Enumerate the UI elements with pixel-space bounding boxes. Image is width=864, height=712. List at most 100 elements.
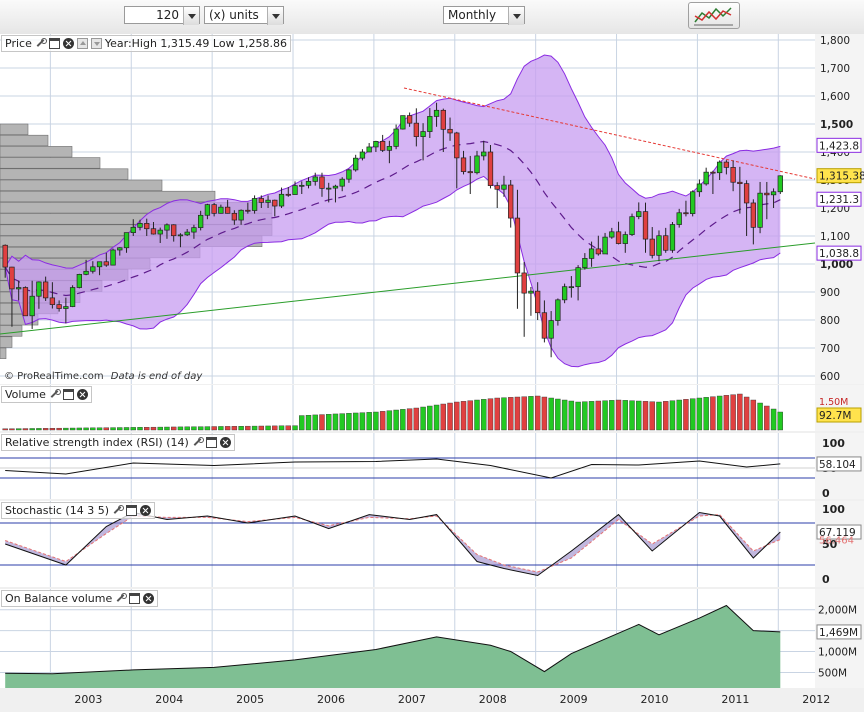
volume-bar (575, 401, 581, 431)
candle-up (130, 226, 136, 233)
profile-bar (0, 146, 73, 158)
volume-bar (69, 427, 76, 431)
x-axis-year-label: 2004 (155, 693, 183, 706)
candle-up (191, 227, 197, 233)
units-select[interactable]: (x) units (204, 6, 284, 25)
period-select[interactable]: Monthly (443, 6, 525, 25)
candle-up (117, 247, 123, 251)
candle-up (575, 267, 581, 288)
volume-bar (642, 401, 649, 431)
badge-rsi: 58.104 (819, 459, 856, 471)
x-axis-year-label: 2011 (721, 693, 749, 706)
window-icon[interactable] (205, 437, 217, 448)
price-y-tick: 1,800 (820, 35, 850, 47)
close-icon[interactable] (76, 389, 88, 400)
units-count-input[interactable]: 120 (124, 6, 200, 25)
volume-bar (757, 402, 763, 431)
badge-last-price: 1,315.38 (819, 171, 864, 183)
volume-bar (251, 425, 258, 431)
x-axis-year-label: 2005 (236, 693, 264, 706)
candle-down (245, 209, 251, 212)
volume-avg-label: 1.50M (819, 397, 848, 408)
wrench-icon[interactable] (112, 505, 125, 516)
candle-down (319, 176, 325, 189)
chevron-down-icon[interactable] (267, 7, 283, 25)
price-panel-title: Price (5, 37, 32, 50)
candle-up (359, 151, 366, 159)
obv-y-tick: 500M (818, 667, 847, 679)
candle-up (251, 198, 258, 211)
volume-bar (676, 399, 682, 431)
badge-bb-lower: 1,038.8 (819, 248, 859, 260)
wrench-icon[interactable] (35, 38, 47, 49)
wrench-icon[interactable] (49, 389, 61, 400)
candle-up (332, 185, 339, 189)
candle-down (56, 304, 62, 309)
units-count-spinner[interactable] (183, 7, 199, 25)
candle-down (737, 181, 743, 184)
volume-bar (272, 425, 278, 431)
candle-down (663, 235, 669, 251)
candle-up (757, 192, 763, 228)
candle-down (521, 272, 527, 294)
indicators-button[interactable] (688, 2, 740, 29)
candle-up (292, 185, 298, 195)
close-icon[interactable] (143, 593, 155, 604)
candle-up (676, 212, 682, 225)
window-icon[interactable] (62, 389, 74, 400)
volume-bar (447, 402, 453, 431)
profile-bar (0, 157, 101, 169)
candle-down (211, 204, 217, 214)
watermark-brand: © ProRealTime.com (4, 371, 104, 382)
volume-bar (406, 408, 413, 431)
volume-bar (123, 427, 130, 431)
volume-bar (669, 400, 676, 431)
profile-bar (0, 179, 163, 191)
candle-up (501, 184, 507, 190)
volume-bar (723, 395, 730, 431)
indicators-icon (694, 7, 733, 26)
volume-bar (649, 401, 655, 431)
volume-bar (710, 396, 716, 431)
volume-bar (278, 425, 285, 431)
window-icon[interactable] (129, 593, 141, 604)
window-icon[interactable] (48, 38, 60, 49)
profile-bar (0, 325, 23, 337)
volume-bar (696, 397, 703, 431)
volume-bar (467, 400, 473, 431)
volume-bar (487, 398, 494, 431)
units-count-value: 120 (156, 8, 179, 22)
candle-up (83, 270, 89, 275)
wrench-icon[interactable] (115, 593, 128, 604)
wrench-icon[interactable] (192, 437, 204, 448)
window-icon[interactable] (126, 505, 138, 516)
volume-bar (602, 400, 608, 431)
candle-up (305, 181, 312, 186)
close-icon[interactable] (62, 38, 74, 49)
price-y-tick: 1,500 (820, 119, 853, 131)
candle-up (770, 191, 777, 196)
volume-bar (197, 426, 204, 431)
chevron-down-icon[interactable] (508, 7, 524, 25)
price-year-stats: Year:High 1,315.49 Low 1,258.86 (104, 37, 288, 50)
candle-up (164, 224, 170, 231)
candle-up (198, 214, 204, 228)
volume-bar (299, 415, 305, 431)
volume-bar (9, 428, 15, 431)
volume-bar (501, 397, 507, 431)
candle-down (285, 193, 291, 196)
volume-bar (326, 414, 332, 431)
candle-up (696, 183, 703, 193)
close-icon[interactable] (219, 437, 231, 448)
x-axis-year-label: 2003 (74, 693, 102, 706)
arrow-down-icon[interactable] (90, 38, 102, 49)
volume-panel-header: Volume (1, 386, 92, 403)
close-icon[interactable] (140, 505, 152, 516)
volume-bar (561, 399, 568, 431)
candle-up (265, 199, 271, 203)
volume-bar (514, 396, 521, 431)
toolbar: 120 (x) units Monthly (0, 0, 864, 35)
volume-bar (764, 405, 770, 431)
volume-bar (615, 399, 622, 431)
arrow-up-icon[interactable] (76, 38, 88, 49)
